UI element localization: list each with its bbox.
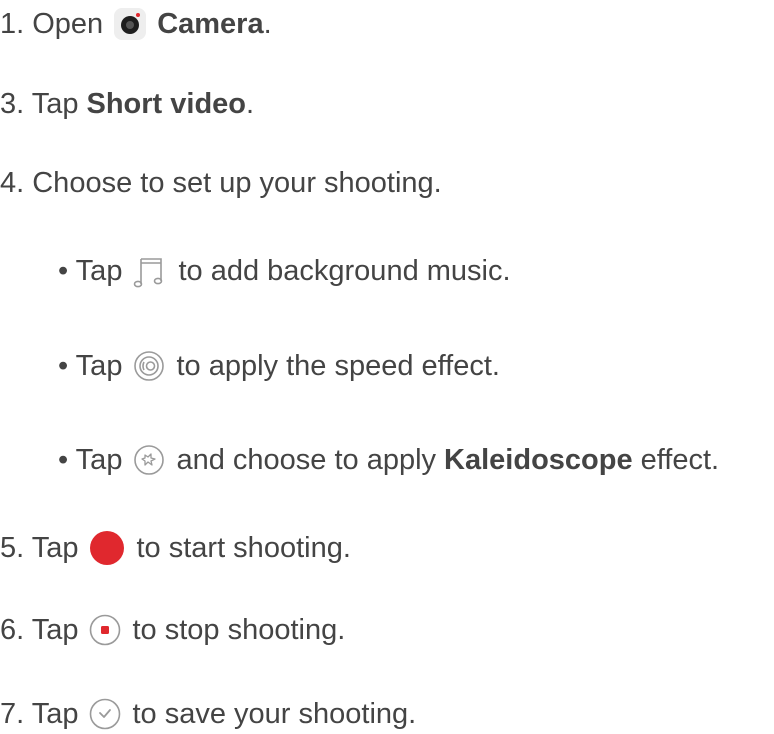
- camera-app-name: Camera: [157, 8, 264, 40]
- step-7-text: to save your shooting.: [132, 698, 417, 730]
- bullet-music-prefix: • Tap: [58, 255, 123, 287]
- bullet-kaleidoscope-text: and choose to apply: [176, 444, 437, 476]
- bullet-music: • Tap to add background music.: [58, 253, 511, 289]
- bullet-speed: • Tap to apply the speed effect.: [58, 348, 500, 384]
- step-3-period: .: [246, 88, 255, 120]
- speed-icon: [132, 349, 166, 383]
- step-3: 3. Tap Short video .: [0, 86, 254, 122]
- step-5-prefix: 5. Tap: [0, 532, 79, 564]
- bullet-kaleidoscope-suffix: effect.: [640, 444, 720, 476]
- step-5-text: to start shooting.: [136, 532, 351, 564]
- step-6-prefix: 6. Tap: [0, 614, 79, 646]
- camera-icon: [113, 7, 147, 41]
- step-4: 4. Choose to set up your shooting.: [0, 165, 442, 201]
- step-4-text: 4. Choose to set up your shooting.: [0, 167, 442, 199]
- save-check-icon: [88, 697, 122, 731]
- stop-button-icon: [88, 613, 122, 647]
- step-3-prefix: 3. Tap: [0, 88, 79, 120]
- bullet-speed-prefix: • Tap: [58, 350, 123, 382]
- kaleidoscope-label: Kaleidoscope: [444, 444, 633, 476]
- step-1-period: .: [263, 8, 272, 40]
- bullet-music-text: to add background music.: [178, 255, 511, 287]
- step-7-prefix: 7. Tap: [0, 698, 79, 730]
- music-note-icon: [132, 253, 168, 289]
- step-5: 5. Tap to start shooting.: [0, 529, 351, 567]
- bullet-speed-text: to apply the speed effect.: [176, 350, 500, 382]
- record-button-icon: [88, 529, 126, 567]
- step-6: 6. Tap to stop shooting.: [0, 612, 345, 648]
- bullet-kaleidoscope-prefix: • Tap: [58, 444, 123, 476]
- step-6-text: to stop shooting.: [132, 614, 346, 646]
- short-video-label: Short video: [86, 88, 246, 120]
- step-1-prefix: 1. Open: [0, 8, 104, 40]
- step-1: 1. Open Camera .: [0, 6, 272, 42]
- bullet-kaleidoscope: • Tap and choose to apply Kaleidoscope e…: [58, 442, 719, 478]
- kaleidoscope-icon: [132, 443, 166, 477]
- step-7: 7. Tap to save your shooting.: [0, 696, 416, 732]
